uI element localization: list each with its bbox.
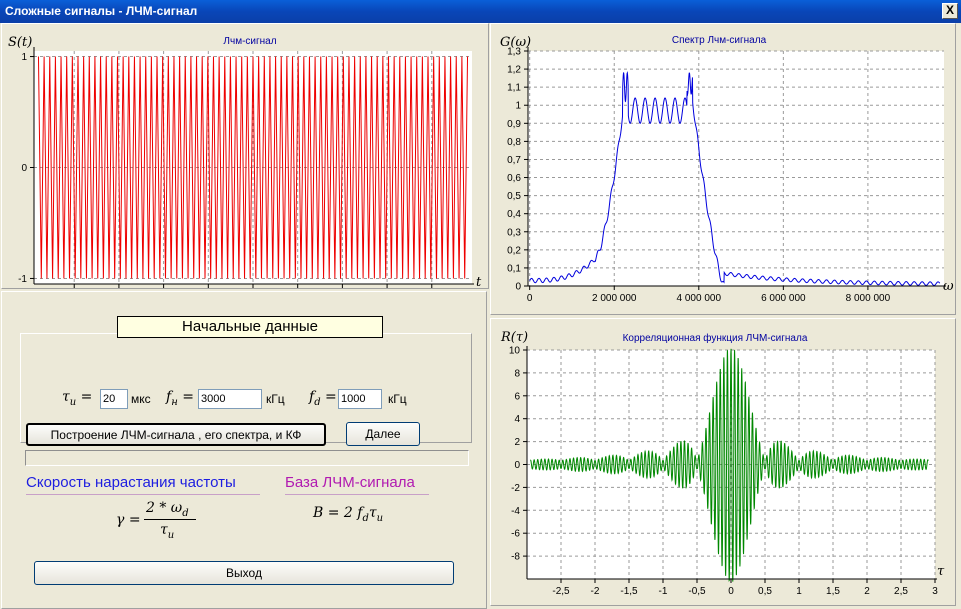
y-tick-label: 0 <box>515 282 521 293</box>
rate-label: Скорость нарастания частоты <box>26 474 236 491</box>
y-axis-label: G(ω) <box>500 35 531 50</box>
progress-bar <box>25 450 469 466</box>
y-tick-label: -8 <box>511 552 520 563</box>
exit-button[interactable]: Выход <box>34 561 454 585</box>
chart-title: Спектр Лчм-сигнала <box>672 35 767 46</box>
x-tick-label: 8 000 000 <box>846 293 891 304</box>
x-tick-label: 0 <box>527 293 533 304</box>
base-underline <box>285 494 429 495</box>
plot-area <box>528 51 944 286</box>
title-bar: Сложные сигналы - ЛЧМ-сигнал X <box>0 0 961 23</box>
x-tick-label: 0 <box>728 586 734 597</box>
fd-unit: кГц <box>388 392 407 406</box>
spectrum-chart: 0 2 000 000 4 000 000 6 000 000 8 000 000 0 0,… <box>500 35 954 304</box>
y-axis-label: R(τ) <box>500 330 528 345</box>
signal-chart: -8-6-4-20246810-1Лчм-сигналS(t)t <box>8 35 482 288</box>
x-tick-label: 1 <box>796 586 802 597</box>
fd-symbol: fd = <box>309 389 337 408</box>
x-tick-label: 2 000 000 <box>592 293 637 304</box>
base-formula: B = 2 fdτи <box>313 505 384 524</box>
y-tick-label: 0 <box>514 460 520 471</box>
y-tick-label: 0 <box>21 163 27 174</box>
y-tick-label: 6 <box>514 391 520 402</box>
x-tick-label: 1,5 <box>826 586 840 597</box>
y-tick-label: 4 <box>514 414 520 425</box>
x-tick-label: 2 <box>864 586 870 597</box>
window-title: Сложные сигналы - ЛЧМ-сигнал <box>5 4 198 18</box>
x-axis-label: τ <box>937 564 945 579</box>
rate-underline <box>26 494 260 495</box>
tau-unit: мкс <box>131 392 151 406</box>
x-tick-label: 4 000 000 <box>677 293 722 304</box>
tau-symbol: τи = <box>62 389 93 408</box>
y-tick-label: 0,1 <box>507 263 521 274</box>
y-tick-label: 0,9 <box>507 119 521 130</box>
x-tick-label: -1 <box>659 586 668 597</box>
chart-title: Корреляционная функция ЛЧМ-сигнала <box>623 332 808 344</box>
correlation-chart-panel: -2,5 -2 -1,5 -1 -0,5 0 0,5 1 1,5 2 2,5 3 10 8 6 4 2 0 -2 -4… <box>490 318 956 606</box>
spectrum-chart-panel: 0 2 000 000 4 000 000 6 000 000 8 000 000 0 0,… <box>490 23 956 315</box>
x-tick-label: -1,5 <box>620 586 638 597</box>
x-tick-label: -0,5 <box>688 586 706 597</box>
x-tick-label: 6 000 000 <box>761 293 806 304</box>
y-tick-label: 1,2 <box>507 65 521 76</box>
y-tick-label: 0,8 <box>507 137 521 148</box>
next-button[interactable]: Далее <box>346 422 420 446</box>
x-tick-label: 3 <box>932 586 938 597</box>
x-tick-label: 2,5 <box>894 586 908 597</box>
y-tick-label: 0,7 <box>507 155 521 166</box>
x-axis-label: t <box>476 275 482 288</box>
y-tick-label: 0,2 <box>507 245 521 256</box>
fd-input[interactable] <box>338 389 382 409</box>
fn-unit: кГц <box>266 392 285 406</box>
y-tick-label: 1,1 <box>507 83 521 94</box>
signal-chart-panel: -8-6-4-20246810-1Лчм-сигналS(t)t <box>1 23 489 289</box>
chart-title: Лчм-сигнал <box>223 36 276 47</box>
correlation-chart: -2,5 -2 -1,5 -1 -0,5 0 0,5 1 1,5 2 2,5 3 10 8 6 4 2 0 -2 -4… <box>500 330 945 597</box>
base-label: База ЛЧМ-сигнала <box>285 474 415 491</box>
x-tick-label: 0,5 <box>758 586 772 597</box>
y-tick-label: -4 <box>511 506 520 517</box>
x-tick-label: -2,5 <box>552 586 570 597</box>
close-button[interactable]: X <box>942 3 958 19</box>
y-tick-label: 0,3 <box>507 227 521 238</box>
tau-input[interactable] <box>100 389 128 409</box>
params-heading: Начальные данные <box>117 316 383 338</box>
y-tick-label: 2 <box>514 437 520 448</box>
build-button[interactable]: Построение ЛЧМ-сигнала , его спектра, и … <box>26 423 326 446</box>
y-axis-label: S(t) <box>8 35 32 50</box>
y-tick-label: -6 <box>511 529 520 540</box>
fn-symbol: fн = <box>166 389 194 408</box>
y-tick-label: 1 <box>21 52 27 63</box>
y-tick-label: 0,6 <box>507 173 521 184</box>
y-tick-label: 8 <box>514 368 520 379</box>
y-tick-label: 10 <box>509 346 521 357</box>
y-tick-label: 1 <box>515 101 521 112</box>
y-tick-label: 0,4 <box>507 209 521 220</box>
y-tick-label: -1 <box>18 274 27 285</box>
y-tick-label: -2 <box>511 483 520 494</box>
x-axis-label: ω <box>943 279 954 294</box>
x-tick-label: -2 <box>591 586 600 597</box>
y-tick-label: 0,5 <box>507 191 521 202</box>
fn-input[interactable] <box>198 389 262 409</box>
rate-formula: γ = 2 * ωd τи <box>116 500 216 542</box>
